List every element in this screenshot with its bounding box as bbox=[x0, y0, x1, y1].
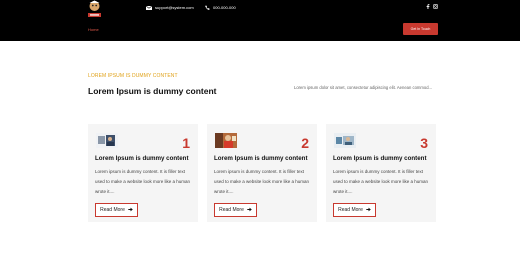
card-thumbnail-image bbox=[96, 133, 118, 148]
section-kicker: LOREM IPSUM IS DUMMY CONTENT bbox=[88, 73, 178, 79]
logo[interactable] bbox=[86, 0, 103, 19]
read-more-button[interactable]: Read More bbox=[95, 203, 138, 217]
section-intro: Lorem ipsum dolor sit amet, consectetur … bbox=[294, 85, 433, 90]
facebook-icon[interactable] bbox=[426, 4, 430, 9]
card-number: 2 bbox=[301, 135, 309, 151]
card-title: Lorem Ipsum is dummy content bbox=[95, 155, 189, 162]
card-thumbnail-image bbox=[215, 133, 237, 148]
card-title: Lorem Ipsum is dummy content bbox=[333, 155, 427, 162]
feature-card: 1 Lorem Ipsum is dummy content Lorem ips… bbox=[88, 124, 198, 222]
section-title: Lorem Ipsum is dummy content bbox=[88, 86, 217, 96]
email-icon bbox=[146, 5, 152, 10]
card-text: Lorem ipsum is dummy content. It is fill… bbox=[214, 169, 310, 194]
read-more-label: Read More bbox=[100, 207, 125, 213]
instagram-icon[interactable] bbox=[433, 4, 438, 9]
top-header: support@system.com 000-000-000 Home Get … bbox=[0, 0, 520, 41]
email-text: support@system.com bbox=[155, 5, 194, 10]
read-more-button[interactable]: Read More bbox=[214, 203, 257, 217]
get-in-touch-button[interactable]: Get In Touch bbox=[403, 23, 438, 35]
read-more-label: Read More bbox=[338, 207, 363, 213]
feature-card: 3 Lorem Ipsum is dummy content Lorem ips… bbox=[326, 124, 436, 222]
nav-home-link[interactable]: Home bbox=[88, 27, 99, 32]
arrow-right-icon bbox=[128, 207, 133, 214]
card-text: Lorem ipsum is dummy content. It is fill… bbox=[95, 169, 191, 194]
feature-card: 2 Lorem Ipsum is dummy content Lorem ips… bbox=[207, 124, 317, 222]
phone-icon bbox=[205, 5, 210, 10]
card-number: 3 bbox=[420, 135, 428, 151]
read-more-label: Read More bbox=[219, 207, 244, 213]
card-title: Lorem Ipsum is dummy content bbox=[214, 155, 308, 162]
card-number: 1 bbox=[182, 135, 190, 151]
arrow-right-icon bbox=[247, 207, 252, 214]
email-contact[interactable]: support@system.com bbox=[146, 5, 194, 10]
card-text: Lorem ipsum is dummy content. It is fill… bbox=[333, 169, 429, 194]
phone-contact[interactable]: 000-000-000 bbox=[205, 5, 236, 10]
read-more-button[interactable]: Read More bbox=[333, 203, 376, 217]
card-thumbnail-image bbox=[334, 133, 356, 148]
arrow-right-icon bbox=[366, 207, 371, 214]
phone-text: 000-000-000 bbox=[213, 5, 236, 10]
